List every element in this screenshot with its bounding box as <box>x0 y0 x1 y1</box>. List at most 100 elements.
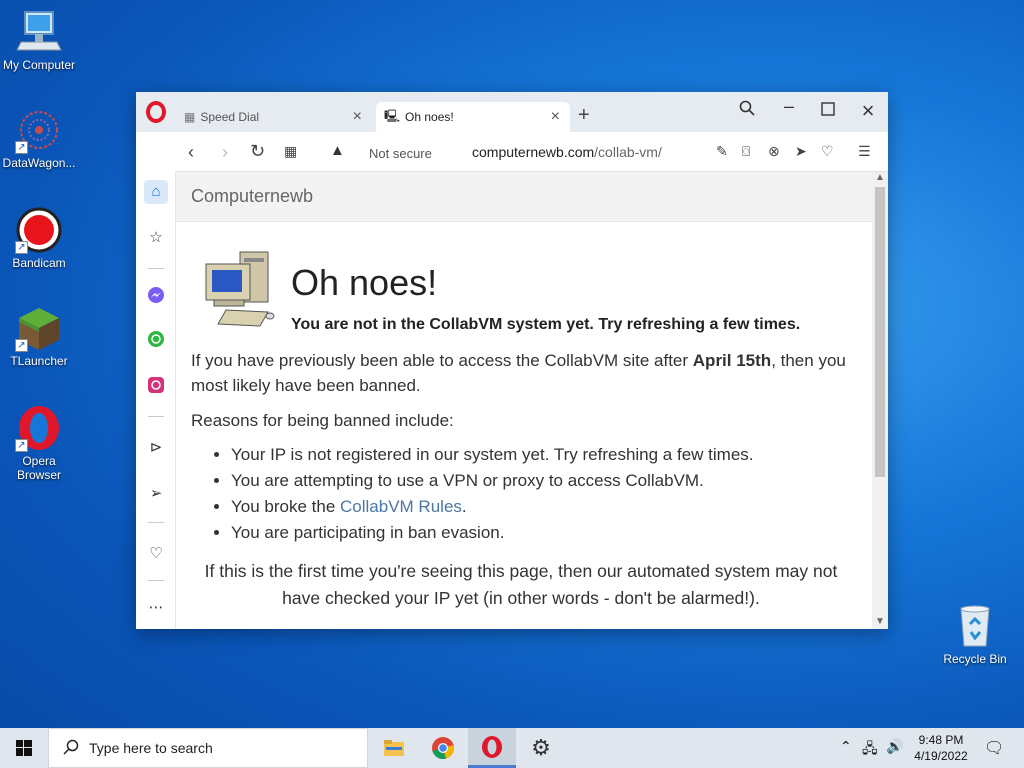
site-header[interactable]: Computernewb <box>176 172 872 222</box>
bandicam-icon: ↗ <box>15 206 63 254</box>
windows-logo-icon <box>16 740 32 756</box>
instagram-icon[interactable] <box>144 376 168 400</box>
taskbar: Type here to search ⚙ ⌃ 🖧 🔊 9:48 PM 4/19… <box>0 728 1024 768</box>
url-path: /collab-vm/ <box>594 144 662 160</box>
tab-label: Oh noes! <box>405 110 454 124</box>
opera-logo-icon[interactable] <box>146 101 166 123</box>
send-sidebar-icon[interactable]: ➢ <box>144 482 168 506</box>
start-button[interactable] <box>0 728 48 768</box>
star-icon[interactable]: ☆ <box>144 226 168 250</box>
search-icon <box>63 739 79 758</box>
address-bar: ‹ › ↻ ▦ ▲ Not secure computernewb.com/co… <box>176 132 888 172</box>
notification-icon[interactable]: 🗨 <box>984 738 1004 758</box>
paragraph-first-time: If this is the first time you're seeing … <box>204 561 838 608</box>
divider <box>148 522 164 523</box>
desktop-icon-my-computer[interactable]: My Computer <box>0 8 78 72</box>
heart-sidebar-icon[interactable]: ♡ <box>144 542 168 566</box>
send-icon[interactable]: ➤ <box>795 143 807 160</box>
desktop-icon-opera[interactable]: ↗ Opera Browser <box>0 404 78 482</box>
back-button[interactable]: ‹ <box>188 142 194 163</box>
bold-date: April 15th <box>692 351 772 370</box>
show-hidden-icons-icon[interactable]: ⌃ <box>840 738 852 755</box>
settings-button[interactable]: ⚙ <box>517 728 565 768</box>
tab-bar: ▦ Speed Dial × 🖳 Oh noes! × + – × <box>136 92 888 132</box>
file-explorer-button[interactable] <box>370 728 418 768</box>
adblock-icon[interactable]: ⊗ <box>768 143 780 160</box>
computer-favicon-icon: 🖳 <box>384 108 401 123</box>
tab-oh-noes[interactable]: 🖳 Oh noes! × <box>376 102 570 132</box>
desktop-icon-datawagon[interactable]: ↗ DataWagon... <box>0 106 78 170</box>
close-tab-icon[interactable]: × <box>551 108 560 126</box>
player-icon[interactable]: ⊳ <box>144 436 168 460</box>
list-item: You are participating in ban evasion. <box>231 520 754 546</box>
date: 4/19/2022 <box>914 749 968 763</box>
computer-icon <box>15 8 63 56</box>
url-host: computernewb.com <box>472 144 595 160</box>
whatsapp-icon[interactable] <box>144 330 168 354</box>
chrome-button[interactable] <box>419 728 467 768</box>
maximize-button[interactable] <box>816 100 840 121</box>
collabvm-rules-link[interactable]: CollabVM Rules <box>340 497 462 516</box>
security-label[interactable]: Not secure <box>369 146 432 161</box>
search-placeholder: Type here to search <box>89 740 213 756</box>
clock[interactable]: 9:48 PM 4/19/2022 <box>908 732 974 764</box>
scrollbar-thumb[interactable] <box>875 187 885 477</box>
reasons-list: Your IP is not registered in our system … <box>231 442 754 546</box>
heart-icon[interactable]: ♡ <box>821 143 834 160</box>
desktop-icon-label: TLauncher <box>10 354 68 368</box>
reload-button[interactable]: ↻ <box>250 141 265 162</box>
folder-icon <box>384 740 404 756</box>
desktop-icon-tlauncher[interactable]: ↗ TLauncher <box>0 304 78 368</box>
desktop-icon-recycle-bin[interactable]: Recycle Bin <box>936 602 1014 666</box>
divider <box>148 268 164 269</box>
desktop-icon-bandicam[interactable]: ↗ Bandicam <box>0 206 78 270</box>
datawagon-icon: ↗ <box>15 106 63 154</box>
old-computer-icon <box>204 250 276 332</box>
desktop-icon-label: Opera Browser <box>16 454 61 482</box>
reasons-intro: Reasons for being banned include: <box>191 411 454 430</box>
close-tab-icon[interactable]: × <box>353 108 362 126</box>
scrollbar[interactable]: ▲ ▼ <box>872 172 888 629</box>
shortcut-arrow-icon: ↗ <box>15 339 28 352</box>
tab-label: Speed Dial <box>200 110 260 124</box>
scroll-up-icon[interactable]: ▲ <box>875 172 885 183</box>
easy-setup-icon[interactable]: ☰ <box>858 143 871 160</box>
minimize-button[interactable]: – <box>777 96 801 117</box>
desktop-icon-label: My Computer <box>2 58 76 72</box>
text: If you have previously been able to acce… <box>191 351 693 370</box>
text: . <box>461 497 467 516</box>
taskbar-search[interactable]: Type here to search <box>48 728 368 768</box>
shortcut-arrow-icon: ↗ <box>15 241 28 254</box>
search-tabs-icon[interactable] <box>735 100 759 121</box>
home-icon[interactable]: ⌂ <box>144 180 168 204</box>
more-icon[interactable]: ⋯ <box>144 596 168 620</box>
tabs-grid-icon[interactable]: ▦ <box>284 143 297 160</box>
divider <box>148 580 164 581</box>
warning-icon: ▲ <box>330 142 345 159</box>
close-window-button[interactable]: × <box>856 98 880 124</box>
scroll-down-icon[interactable]: ▼ <box>875 616 885 627</box>
opera-icon: ↗ <box>15 404 63 452</box>
network-icon[interactable]: 🖧 <box>862 738 878 762</box>
edit-icon[interactable]: ✎ <box>716 143 728 160</box>
camera-icon[interactable]: ⌼ <box>742 143 750 160</box>
new-tab-button[interactable]: + <box>578 104 590 127</box>
shortcut-arrow-icon: ↗ <box>15 439 28 452</box>
list-item: Your IP is not registered in our system … <box>231 442 754 468</box>
opera-icon <box>482 735 502 758</box>
list-item: You broke the CollabVM Rules. <box>231 494 754 520</box>
opera-taskbar-button[interactable] <box>468 728 516 768</box>
tab-speed-dial[interactable]: ▦ Speed Dial × <box>176 102 372 132</box>
gear-icon: ⚙ <box>531 735 551 760</box>
forward-button[interactable]: › <box>222 142 228 163</box>
volume-icon[interactable]: 🔊 <box>886 738 903 755</box>
browser-window: ▦ Speed Dial × 🖳 Oh noes! × + – × ‹ › ↻ … <box>136 92 888 629</box>
page-content: Computernewb Oh noes! You are not in the… <box>176 172 872 629</box>
minecraft-block-icon: ↗ <box>15 304 63 352</box>
divider <box>148 416 164 417</box>
text: You broke the <box>231 497 341 516</box>
url-field[interactable]: computernewb.com/collab-vm/ <box>472 144 662 160</box>
messenger-icon[interactable] <box>144 286 168 310</box>
paragraph-banned: If you have previously been able to acce… <box>191 348 851 398</box>
desktop-icon-label: DataWagon... <box>2 156 76 170</box>
